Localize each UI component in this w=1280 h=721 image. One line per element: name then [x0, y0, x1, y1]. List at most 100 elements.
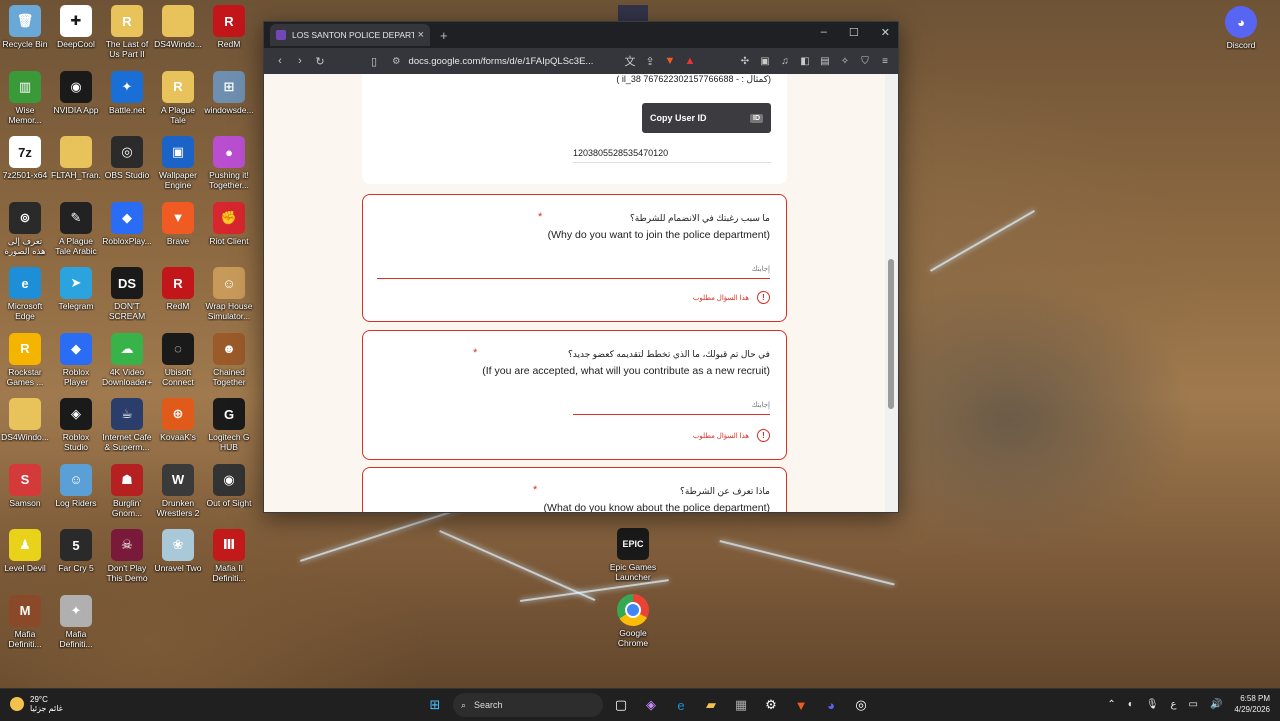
address-bar[interactable]: ⚙ docs.google.com/forms/d/e/1FAIpQLSc3E.… [392, 56, 612, 67]
volume-icon[interactable]: 🔊 [1210, 699, 1222, 710]
desktop-icon[interactable]: DS4Windo... [0, 398, 50, 442]
browser-tab[interactable]: LOS SANTON POLICE DEPARTME × [270, 24, 430, 46]
copy-user-id-button[interactable]: Copy User ID ID [642, 103, 771, 133]
desktop-icon[interactable]: e Microsoft Edge [0, 267, 50, 321]
desktop-icon-discord[interactable]: ◕ Discord [1216, 6, 1266, 50]
desktop-icon[interactable]: M Mafia Definiti... [0, 594, 50, 649]
desktop-icon[interactable]: DS DON'T SCREAM [102, 267, 152, 321]
desktop-icon[interactable]: ◆ RobloxPlay... [102, 201, 152, 246]
desktop-icon[interactable]: R The Last of Us Part II [102, 5, 152, 59]
desktop-icon[interactable]: G Logitech G HUB [204, 398, 254, 452]
task-view-icon[interactable]: ▢ [609, 693, 633, 717]
user-id-field[interactable]: 1203805528535470120 [573, 148, 771, 163]
desktop-icon[interactable]: ⊚ تعرف إلى هذه الصورة [0, 201, 50, 256]
widgets-icon[interactable]: ◈ [639, 693, 663, 717]
share-icon[interactable]: ⇪ [640, 55, 660, 68]
desktop-icon[interactable]: ▥ Wise Memor... [0, 70, 50, 125]
steam-icon[interactable]: ◎ [849, 693, 873, 717]
desktop-icon[interactable]: ☁ 4K Video Downloader+ [102, 332, 152, 387]
answer-input[interactable]: إجابتك [752, 401, 770, 409]
new-tab-button[interactable]: + [440, 28, 448, 43]
wallet-icon[interactable]: ▤ [818, 56, 832, 67]
reload-icon[interactable]: ↻ [310, 55, 330, 68]
desktop-icon[interactable]: ◌ Ubisoft Connect [153, 332, 203, 387]
start-button[interactable]: ⊞ [423, 693, 447, 717]
screenshot-icon[interactable]: ▣ [758, 56, 772, 67]
desktop-icon[interactable]: ➤ Telegram [51, 267, 101, 311]
desktop-icon-epic-games[interactable]: EPIC Epic Games Launcher [608, 528, 658, 582]
chevron-up-icon[interactable]: ⌃ [1107, 699, 1115, 710]
desktop-icon[interactable]: ☺ Wrap House Simulator... [204, 267, 254, 321]
vpn-icon[interactable]: ⛉ [858, 56, 872, 67]
desktop-icon[interactable]: R RedM [204, 5, 254, 49]
desktop-icon[interactable]: ✊ Riot Client [204, 201, 254, 246]
desktop-icon[interactable]: Ⅲ Mafia II Definiti... [204, 529, 254, 583]
network-icon[interactable]: ▭ [1189, 699, 1198, 710]
desktop-icon[interactable]: ◈ Roblox Studio [51, 398, 101, 452]
language-indicator[interactable]: ع [1171, 699, 1177, 710]
leo-ai-icon[interactable]: ✧ [838, 56, 852, 67]
edge-icon[interactable]: e [669, 693, 693, 717]
translate-icon[interactable]: 文 [620, 53, 640, 69]
desktop-icon[interactable]: ▼ Brave [153, 201, 203, 246]
brave-icon[interactable]: ▼ [789, 693, 813, 717]
settings-icon[interactable]: ⚙ [759, 693, 783, 717]
desktop-icon[interactable]: ☺ Log Riders [51, 463, 101, 508]
sidebar-icon[interactable]: ◧ [798, 56, 812, 67]
bookmark-icon[interactable]: ▯ [364, 55, 384, 68]
close-window-button[interactable]: ✕ [881, 26, 890, 39]
scrollbar-thumb[interactable] [888, 259, 894, 409]
desktop-icon[interactable]: R Rockstar Games ... [0, 332, 50, 387]
desktop-icon[interactable]: ◆ Roblox Player [51, 332, 101, 387]
desktop-icon[interactable]: 5 Far Cry 5 [51, 529, 101, 573]
clock[interactable]: 6:58 PM 4/29/2026 [1234, 693, 1270, 715]
menu-icon[interactable]: ≡ [878, 56, 892, 67]
back-icon[interactable]: ‹ [270, 55, 290, 67]
desktop-icon[interactable]: ✦ Mafia Definiti... [51, 594, 101, 649]
forward-icon[interactable]: › [290, 55, 310, 67]
desktop-icon[interactable]: W Drunken Wrestlers 2 [153, 463, 203, 518]
desktop-icon[interactable]: ◎ OBS Studio [102, 136, 152, 180]
desktop-icon[interactable]: ♟ Level Devil [0, 529, 50, 573]
desktop-icon[interactable]: ● Pushing it! Together... [204, 136, 254, 190]
brave-rewards-icon[interactable]: ▲ [680, 55, 700, 67]
desktop-icon[interactable]: ❀ Unravel Two [153, 529, 203, 573]
desktop-icon[interactable]: R RedM [153, 267, 203, 311]
desktop-icon[interactable]: ◉ Out of Sight [204, 463, 254, 508]
desktop-icon[interactable]: ✦ Battle.net [102, 70, 152, 115]
taskbar-search[interactable]: ⌕ Search [453, 693, 603, 717]
desktop-icon[interactable]: FLTAH_Tran... [51, 136, 101, 180]
desktop-icon[interactable]: ✚ DeepCool [51, 5, 101, 49]
weather-widget[interactable]: 29°C غائم جزئيا [10, 695, 63, 713]
maximize-button[interactable]: ☐ [849, 26, 859, 39]
scrollbar[interactable] [885, 74, 898, 512]
minimize-button[interactable]: – [821, 26, 827, 39]
desktop-icon[interactable]: DS4Windo... [153, 5, 203, 49]
desktop-icon[interactable]: 🗑 Recycle Bin [0, 5, 50, 49]
desktop-icon[interactable]: 7z 7z2501-x64 [0, 136, 50, 180]
media-icon[interactable]: ♫ [778, 56, 792, 67]
desktop-icon[interactable]: RA Plague Tale Innocence ... [153, 70, 203, 125]
desktop-icon[interactable]: S Samson [0, 463, 50, 508]
question-title-english: (What do you know about the police depar… [543, 502, 770, 512]
answer-input[interactable]: إجابتك [752, 265, 770, 273]
microphone-icon[interactable]: 🎙 [1146, 699, 1159, 710]
desktop-icon[interactable]: ⊕ KovaaK's [153, 398, 203, 442]
desktop-icon[interactable]: ☠ Don't Play This Demo [102, 529, 152, 583]
desktop-icon-chrome[interactable]: Google Chrome [608, 594, 658, 648]
desktop-icon[interactable]: ☻ Chained Together [204, 332, 254, 387]
desktop-icon[interactable]: ▣ Wallpaper Engine [153, 136, 203, 190]
store-icon[interactable]: ▦ [729, 693, 753, 717]
brave-shield-icon[interactable]: ▼ [660, 55, 680, 67]
desktop-icon[interactable]: ☗ Burglin' Gnom... [102, 463, 152, 518]
desktop-icon[interactable]: ☕ Internet Cafe & Superm... [102, 398, 152, 452]
close-tab-icon[interactable]: × [418, 29, 424, 41]
desktop-icon[interactable]: ✎ A Plague Tale Arabic [51, 201, 101, 256]
site-info-icon[interactable]: ⚙ [392, 56, 401, 67]
tray-app-icon[interactable]: ◐ [1128, 699, 1134, 710]
desktop-icon[interactable]: ⊞ windowsde... [204, 70, 254, 115]
file-explorer-icon[interactable]: ▰ [699, 693, 723, 717]
extensions-icon[interactable]: ✣ [738, 56, 752, 67]
discord-icon[interactable]: ◕ [819, 693, 843, 717]
desktop-icon[interactable]: ◉ NVIDIA App [51, 70, 101, 115]
